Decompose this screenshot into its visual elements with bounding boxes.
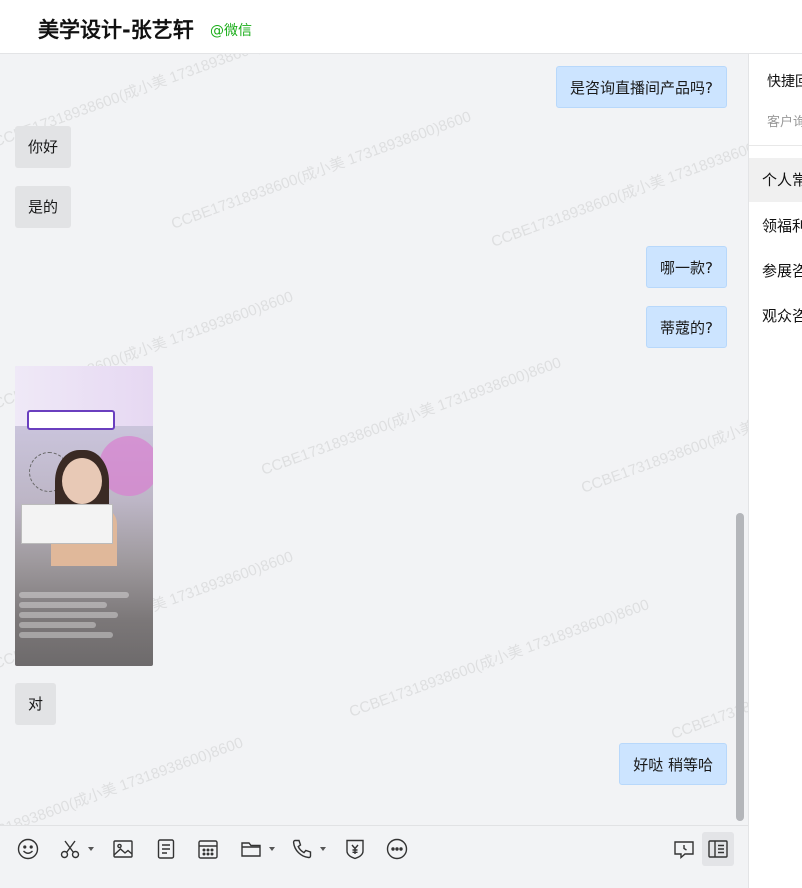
payment-icon — [346, 839, 364, 860]
chat-record-icon — [674, 841, 694, 860]
image-icon — [113, 840, 133, 858]
quick-reply-panel: 快捷回复 客户询问 个人常用 领福利 参展咨询 观众咨询 — [748, 54, 802, 888]
quick-reply-category[interactable]: 领福利 — [749, 204, 802, 248]
more-icon — [386, 838, 408, 860]
watermark: CCBE17318938600(成小美 17318938600)8600 — [489, 126, 748, 251]
payment-button[interactable] — [343, 836, 367, 862]
scissors-icon — [60, 840, 80, 859]
watermark: CCBE17318938600(成小美 17318938600)8600 — [259, 354, 564, 479]
screenshot-button[interactable] — [58, 836, 94, 862]
message-bubble-outgoing[interactable]: 蒂蔻的? — [646, 306, 727, 348]
image-person-face — [62, 458, 102, 504]
watermark: CCBE17318938600(成小美 17318938600)8600 — [579, 372, 748, 497]
image-product-box — [21, 504, 113, 544]
more-button[interactable] — [385, 836, 409, 862]
message-bubble-incoming[interactable]: 对 — [15, 683, 57, 725]
folder-button[interactable] — [239, 836, 275, 862]
quick-reply-category[interactable]: 观众咨询 — [749, 294, 802, 338]
quick-reply-category[interactable]: 参展咨询 — [749, 249, 802, 293]
send-file-button[interactable] — [154, 836, 178, 862]
quick-reply-title: 快捷回复 — [767, 74, 802, 90]
message-bubble-outgoing[interactable]: 哪一款? — [646, 246, 727, 288]
watermark: CCBE17318938600(成小美 17318938600)8600 — [347, 596, 652, 721]
chevron-down-icon — [88, 847, 94, 851]
watermark: CCBE17318938600(成小美 17318938600)8600 — [0, 734, 246, 825]
input-toolbar — [0, 825, 748, 888]
document-icon — [157, 839, 175, 859]
call-button[interactable] — [290, 836, 326, 862]
message-list[interactable]: CCBE17318938600(成小美 17318938600)8600 CCB… — [0, 54, 748, 825]
send-image-button[interactable] — [111, 836, 135, 862]
image-message-livestream-screenshot[interactable] — [15, 366, 153, 666]
folder-icon — [241, 842, 261, 857]
contact-source-badge: @微信 — [210, 23, 252, 39]
image-livestream-tag — [27, 410, 115, 430]
chevron-down-icon — [269, 847, 275, 851]
schedule-button[interactable] — [196, 836, 220, 862]
message-bubble-outgoing[interactable]: 是咨询直播间产品吗? — [556, 66, 727, 108]
phone-icon — [292, 839, 312, 859]
emoji-button[interactable] — [16, 836, 40, 862]
sidebar-toggle-icon — [708, 840, 728, 858]
chevron-down-icon — [320, 847, 326, 851]
emoji-icon — [17, 838, 39, 860]
quick-reply-category[interactable]: 个人常用 — [749, 158, 802, 202]
sidebar-toggle-button[interactable] — [702, 832, 734, 866]
image-comment-feed — [19, 588, 129, 652]
message-bubble-outgoing[interactable]: 好哒 稍等哈 — [619, 743, 727, 785]
panel-divider — [749, 145, 802, 146]
message-list-scrollbar[interactable] — [736, 513, 744, 821]
chat-record-button[interactable] — [672, 836, 696, 862]
message-bubble-incoming[interactable]: 你好 — [15, 126, 72, 168]
chat-header: 美学设计-张艺轩 @微信 — [0, 0, 802, 54]
message-bubble-incoming[interactable]: 是的 — [15, 186, 72, 228]
contact-name[interactable]: 美学设计-张艺轩 — [38, 14, 194, 44]
watermark: CCBE17318938600(成小美 17318938600)8600 — [169, 108, 474, 233]
quick-reply-search-input[interactable]: 客户询问 — [767, 111, 802, 130]
calendar-icon — [198, 840, 218, 859]
